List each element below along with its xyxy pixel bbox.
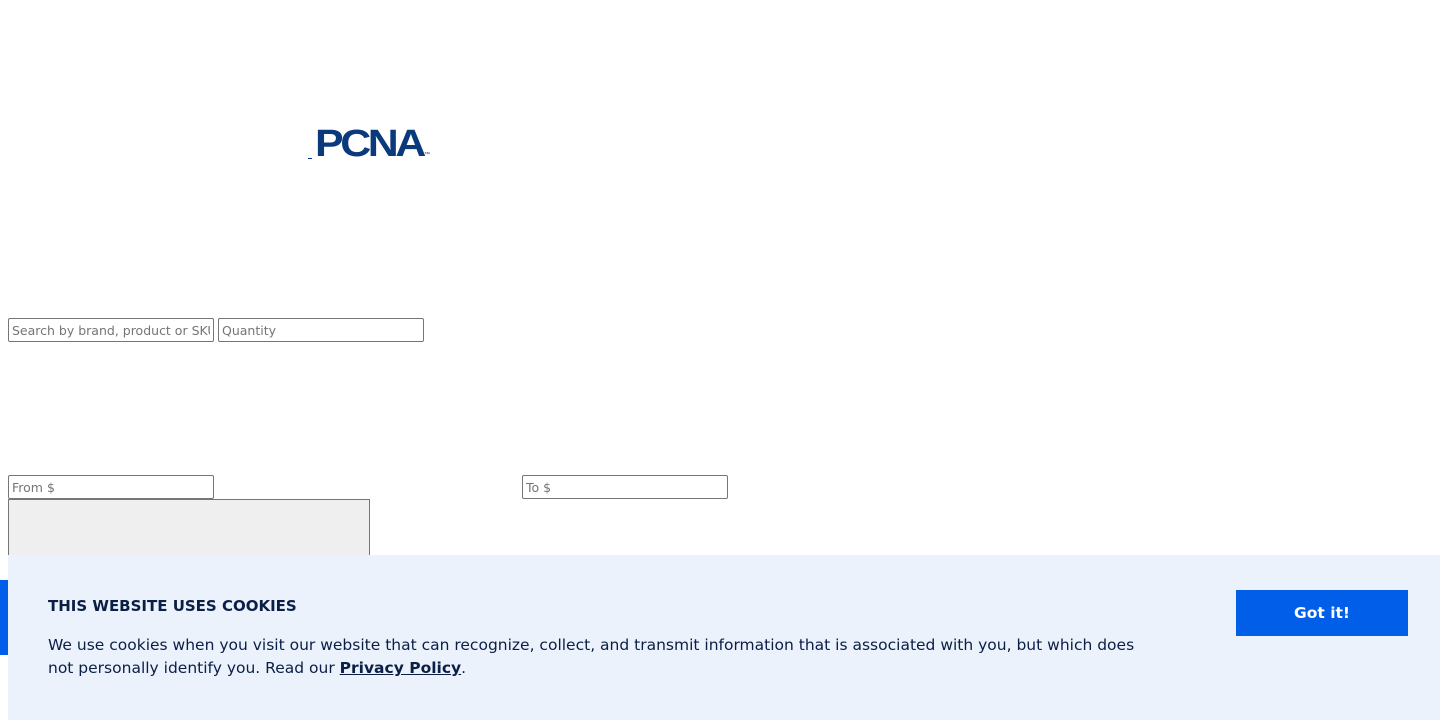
cookie-banner-body-end: . — [461, 659, 467, 677]
price-from-input[interactable] — [8, 475, 214, 499]
logo-link-underline — [308, 124, 312, 159]
page: PCNA ™ THIS WEBSITE USES COOKIES We use … — [0, 0, 1440, 720]
pcna-logo: PCNA ™ — [315, 125, 430, 159]
cookie-banner-text: We use cookies when you visit our websit… — [48, 634, 1158, 680]
cookie-banner-title: THIS WEBSITE USES COOKIES — [48, 597, 297, 615]
search-input[interactable] — [8, 318, 214, 342]
svg-text:™: ™ — [424, 151, 430, 158]
logo-link[interactable]: PCNA ™ — [308, 124, 434, 159]
price-to-input[interactable] — [522, 475, 728, 499]
svg-text:PCNA: PCNA — [315, 125, 426, 159]
cookie-banner-body: We use cookies when you visit our websit… — [48, 636, 1135, 677]
side-feedback-tab[interactable] — [0, 580, 8, 655]
cookie-banner: THIS WEBSITE USES COOKIES We use cookies… — [8, 555, 1440, 720]
privacy-policy-link[interactable]: Privacy Policy — [340, 659, 462, 677]
accept-cookies-button[interactable]: Got it! — [1236, 590, 1408, 636]
quantity-input[interactable] — [218, 318, 424, 342]
